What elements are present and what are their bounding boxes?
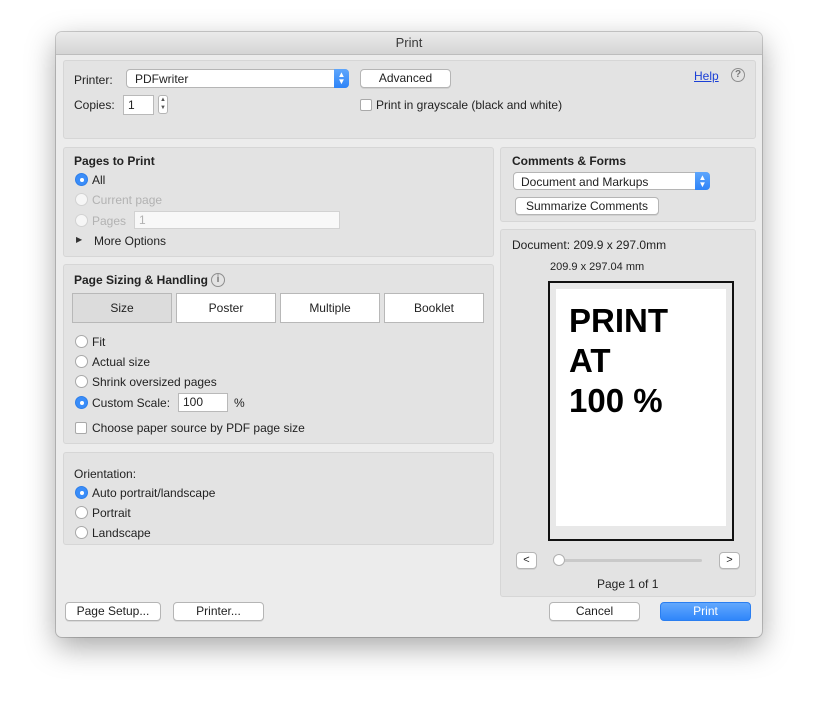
help-icon[interactable]: ? <box>731 68 745 82</box>
auto-orientation-label: Auto portrait/landscape <box>92 486 216 500</box>
printer-select[interactable]: PDFwriter ▲ ▼ <box>126 69 349 88</box>
printer-label: Printer: <box>74 73 113 87</box>
chevron-up-down-icon: ▲ ▼ <box>334 69 349 88</box>
page-preview: PRINT AT 100 % <box>548 281 734 541</box>
paper-source-label: Choose paper source by PDF page size <box>92 421 305 435</box>
print-dialog: Print Printer: PDFwriter ▲ ▼ Advanced Hel… <box>56 32 762 637</box>
comments-forms-select-value: Document and Markups <box>521 175 649 189</box>
fit-label: Fit <box>92 335 106 349</box>
page-size-label: 209.9 x 297.04 mm <box>550 261 645 273</box>
pages-current-label: Current page <box>92 193 163 207</box>
page-setup-button[interactable]: Page Setup... <box>65 602 161 621</box>
tab-poster[interactable]: Poster <box>176 293 276 323</box>
disclosure-triangle-icon[interactable]: ▶ <box>76 235 82 244</box>
page-sizing-title: Page Sizing & Handling <box>74 273 209 287</box>
comments-forms-select[interactable]: Document and Markups ▲ ▼ <box>513 172 710 190</box>
orientation-panel: Orientation: Auto portrait/landscape Por… <box>63 452 494 545</box>
page-indicator: Page 1 of 1 <box>597 577 659 591</box>
grayscale-checkbox[interactable] <box>360 99 372 111</box>
grayscale-label: Print in grayscale (black and white) <box>376 98 563 112</box>
portrait-radio[interactable] <box>75 506 88 519</box>
window-title: Print <box>56 32 762 55</box>
orientation-title: Orientation: <box>74 467 137 481</box>
preview-panel: Document: 209.9 x 297.0mm 209.9 x 297.04… <box>500 229 756 597</box>
pages-current-radio[interactable] <box>75 193 88 206</box>
help-link[interactable]: Help <box>694 69 719 83</box>
page-preview-sheet: PRINT AT 100 % <box>556 289 726 526</box>
copies-label: Copies: <box>74 98 115 112</box>
landscape-radio[interactable] <box>75 526 88 539</box>
preview-text-line: AT <box>569 342 611 379</box>
preview-text-line: 100 % <box>569 382 663 419</box>
pages-all-radio[interactable] <box>75 173 88 186</box>
tab-size[interactable]: Size <box>72 293 172 323</box>
more-options-label[interactable]: More Options <box>94 234 166 248</box>
page-sizing-panel: Page Sizing & Handling i Size Poster Mul… <box>63 264 494 444</box>
cancel-button[interactable]: Cancel <box>549 602 640 621</box>
summarize-comments-button[interactable]: Summarize Comments <box>515 197 659 215</box>
next-page-button[interactable]: > <box>719 552 740 569</box>
pages-range-label: Pages <box>92 214 127 228</box>
comments-forms-title: Comments & Forms <box>512 154 627 168</box>
advanced-button[interactable]: Advanced <box>360 69 451 88</box>
printer-select-value: PDFwriter <box>135 72 189 86</box>
info-icon[interactable]: i <box>211 273 225 287</box>
portrait-label: Portrait <box>92 506 131 520</box>
tab-multiple[interactable]: Multiple <box>280 293 380 323</box>
auto-orientation-radio[interactable] <box>75 486 88 499</box>
pages-range-radio[interactable] <box>75 214 88 227</box>
actual-size-radio[interactable] <box>75 355 88 368</box>
page-slider-thumb[interactable] <box>553 554 565 566</box>
printer-button[interactable]: Printer... <box>173 602 264 621</box>
actual-size-label: Actual size <box>92 355 151 369</box>
percent-label: % <box>234 396 245 410</box>
print-button[interactable]: Print <box>660 602 751 621</box>
document-size-label: Document: 209.9 x 297.0mm <box>512 238 667 252</box>
copies-stepper[interactable]: ▲ ▼ <box>158 95 168 114</box>
tab-booklet[interactable]: Booklet <box>384 293 484 323</box>
custom-scale-radio[interactable] <box>75 396 88 409</box>
shrink-oversized-radio[interactable] <box>75 375 88 388</box>
landscape-label: Landscape <box>92 526 151 540</box>
fit-radio[interactable] <box>75 335 88 348</box>
preview-text-line: PRINT <box>569 302 668 339</box>
comments-forms-panel: Comments & Forms Document and Markups ▲ ▼… <box>500 147 756 222</box>
custom-scale-input[interactable]: 100 <box>178 393 228 412</box>
chevron-up-down-icon: ▲ ▼ <box>695 172 710 190</box>
copies-input[interactable]: 1 <box>123 95 154 115</box>
pages-all-label: All <box>92 173 106 187</box>
prev-page-button[interactable]: < <box>516 552 537 569</box>
custom-scale-label: Custom Scale: <box>92 396 171 410</box>
pages-to-print-panel: Pages to Print All Current page Pages 1 … <box>63 147 494 257</box>
page-slider-track[interactable] <box>556 559 702 562</box>
pages-to-print-title: Pages to Print <box>74 154 155 168</box>
pages-range-input[interactable]: 1 <box>134 211 340 229</box>
paper-source-checkbox[interactable] <box>75 422 87 434</box>
printer-settings-panel: Printer: PDFwriter ▲ ▼ Advanced Help ? Co… <box>63 60 756 139</box>
shrink-oversized-label: Shrink oversized pages <box>92 375 217 389</box>
